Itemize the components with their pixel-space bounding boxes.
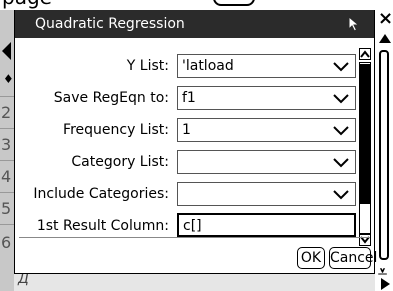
cursor-icon: [348, 16, 360, 32]
chevron-down-icon: [333, 126, 349, 136]
page-top-text: page: [2, 0, 52, 8]
y-list-label: Y List:: [126, 58, 169, 74]
category-list-label: Category List:: [71, 154, 169, 170]
cancel-button[interactable]: Cancel: [329, 247, 377, 269]
row-divider: [0, 128, 14, 129]
dialog-divider: [19, 237, 370, 238]
row-divider: [0, 224, 14, 225]
page-scrollbar[interactable]: [379, 50, 389, 260]
quadratic-regression-dialog: Quadratic Regression Y List: 'latload Sa…: [14, 10, 377, 274]
row-number: 4: [1, 167, 12, 186]
frequency-list-value: 1: [182, 122, 191, 138]
dialog-title: Quadratic Regression: [35, 16, 185, 32]
ok-button[interactable]: OK: [297, 247, 325, 269]
scroll-down-icon[interactable]: [359, 234, 371, 246]
chevron-down-icon: [333, 190, 349, 200]
scroll-up-icon[interactable]: [379, 34, 391, 43]
scroll-up-icon[interactable]: [359, 48, 371, 60]
row-divider: [0, 160, 14, 161]
dialog-titlebar: Quadratic Regression: [15, 10, 374, 38]
include-categories-label: Include Categories:: [33, 186, 169, 202]
chevron-down-icon: [333, 62, 349, 72]
chevron-down-icon: [333, 158, 349, 168]
row-number: 2: [1, 103, 12, 122]
y-list-value: 'latload: [182, 58, 234, 74]
left-arrow-icon[interactable]: [2, 42, 11, 60]
save-regeqn-select[interactable]: f1: [177, 86, 356, 110]
page-top-strip: page: [0, 0, 393, 10]
scrollbar-thumb[interactable]: [360, 64, 370, 204]
row-divider: [0, 192, 14, 193]
row-number: 6: [1, 233, 12, 252]
row-number: 5: [1, 199, 12, 218]
frequency-list-label: Frequency List:: [63, 122, 169, 138]
bottom-bar: [14, 274, 375, 291]
close-icon[interactable]: ×: [378, 10, 393, 28]
include-categories-select[interactable]: [177, 182, 356, 206]
chevron-down-icon: [333, 94, 349, 104]
save-regeqn-label: Save RegEqn to:: [53, 90, 169, 106]
result-column-value: c[]: [183, 218, 202, 234]
top-pill-button[interactable]: [213, 0, 255, 6]
row-number: 3: [1, 135, 12, 154]
row-divider: [0, 96, 14, 97]
category-list-select[interactable]: [177, 150, 356, 174]
result-column-input[interactable]: c[]: [177, 213, 356, 237]
play-icon[interactable]: [381, 278, 390, 290]
bullet-icon: ♦: [3, 72, 14, 86]
result-column-label: 1st Result Column:: [36, 218, 169, 234]
frequency-list-select[interactable]: 1: [177, 118, 356, 142]
y-list-select[interactable]: 'latload: [177, 54, 356, 78]
save-regeqn-value: f1: [182, 90, 196, 106]
dialog-scrollbar[interactable]: [358, 48, 372, 246]
